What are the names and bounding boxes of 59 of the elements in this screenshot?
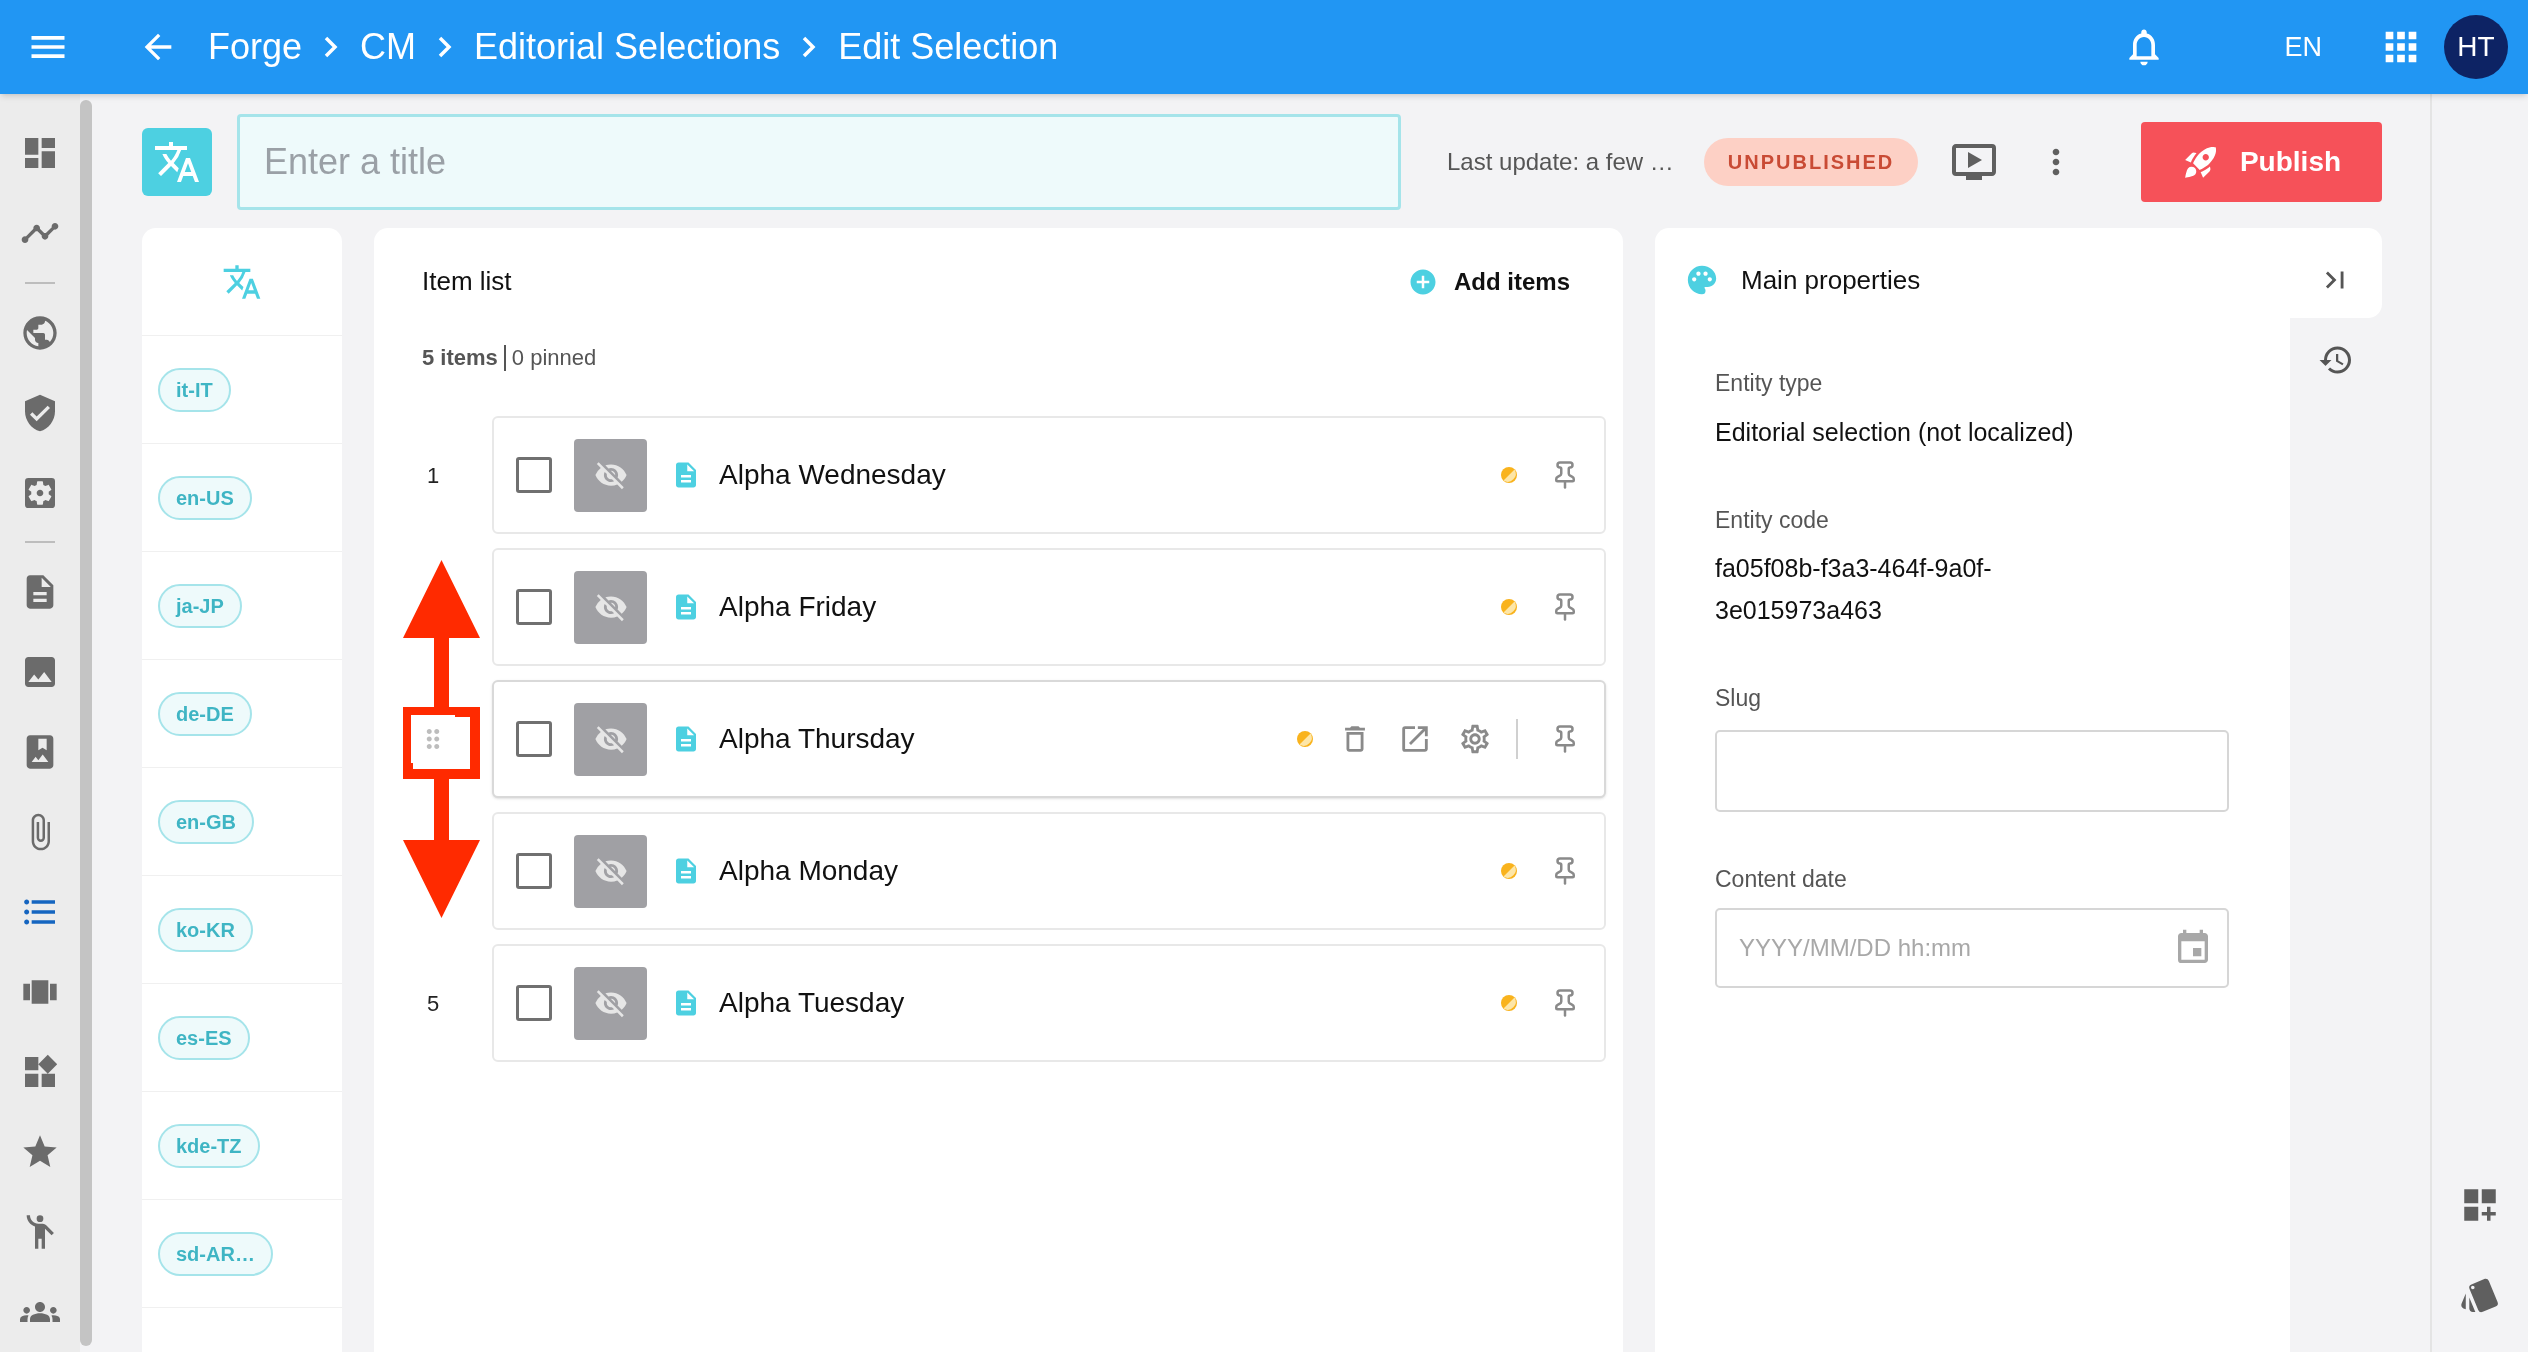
item-title[interactable]: Alpha Friday: [719, 586, 877, 628]
status-badge: UNPUBLISHED: [1703, 138, 1919, 186]
field-label: Content date: [1715, 864, 1848, 894]
checkbox[interactable]: [516, 721, 552, 757]
date-input[interactable]: YYYY/MM/DD hh:mm: [1715, 908, 2229, 988]
pinned-count: 0 pinned: [511, 344, 597, 372]
language-chip[interactable]: en-GB: [158, 799, 254, 844]
checkbox[interactable]: [516, 853, 552, 889]
field-value: fa05f08b-f3a3-464f-9a0f-3e015973a463: [1715, 553, 1993, 626]
checkbox[interactable]: [516, 985, 552, 1021]
item-card[interactable]: Alpha Wednesday: [492, 416, 1606, 534]
status-icon: [1296, 730, 1314, 748]
field-value: Editorial selection (not localized): [1715, 416, 2075, 448]
chevron-right-icon: [438, 36, 453, 58]
status-icon: [1500, 862, 1518, 880]
panel-title: Main properties: [1741, 263, 1921, 297]
status-icon: [1500, 598, 1518, 616]
status-icon: [1500, 466, 1518, 484]
language-chip[interactable]: de-DE: [158, 691, 252, 736]
publish-button[interactable]: Publish: [2141, 122, 2382, 202]
language-chip[interactable]: en-US: [158, 475, 252, 520]
panel-title: Item list: [422, 265, 512, 298]
scrollbar[interactable]: [80, 100, 92, 1346]
item-title[interactable]: Alpha Monday: [719, 850, 898, 892]
title-input[interactable]: Enter a title: [237, 114, 1401, 210]
slug-input[interactable]: [1715, 729, 2229, 812]
item-title[interactable]: Alpha Tuesday: [719, 982, 905, 1024]
item-card[interactable]: Alpha Thursday: [492, 680, 1606, 798]
chevron-right-icon: [802, 36, 817, 58]
language-chip[interactable]: sd-AR…: [158, 1231, 273, 1276]
language-chip[interactable]: it-IT: [158, 367, 231, 412]
field-label: Slug: [1715, 684, 1763, 713]
palette-icon: [1685, 263, 1719, 297]
language-chip[interactable]: kde-TZ: [158, 1123, 260, 1168]
status-icon: [1500, 994, 1518, 1012]
item-card[interactable]: Alpha Monday: [492, 812, 1606, 930]
last-update-text: Last update: a few …: [1447, 147, 1674, 177]
field-label: Entity code: [1715, 505, 1830, 535]
item-card[interactable]: Alpha Friday: [492, 548, 1606, 666]
field-label: Entity type: [1715, 369, 1824, 398]
item-number: 5: [426, 989, 440, 1018]
language-chip[interactable]: ja-JP: [158, 583, 242, 628]
breadcrumb-link[interactable]: Editorial Selections: [474, 20, 781, 74]
add-items-button[interactable]: Add items: [1408, 263, 1570, 300]
item-card[interactable]: Alpha Tuesday: [492, 944, 1606, 1062]
user-avatar[interactable]: HT: [2444, 15, 2508, 79]
item-title[interactable]: Alpha Thursday: [719, 718, 915, 760]
language-chip[interactable]: es-ES: [158, 1015, 250, 1060]
item-count: 5 items: [422, 344, 498, 372]
language-chip[interactable]: ko-KR: [158, 907, 253, 952]
settings-icon[interactable]: [1458, 722, 1492, 756]
chevron-right-icon: [324, 36, 339, 58]
item-title[interactable]: Alpha Wednesday: [719, 454, 946, 496]
breadcrumb-link[interactable]: Forge: [208, 20, 303, 74]
breadcrumb-link[interactable]: CM: [360, 20, 417, 74]
checkbox[interactable]: [516, 589, 552, 625]
checkbox[interactable]: [516, 457, 552, 493]
language-switcher[interactable]: EN: [2284, 26, 2322, 68]
item-number: 1: [426, 461, 440, 490]
